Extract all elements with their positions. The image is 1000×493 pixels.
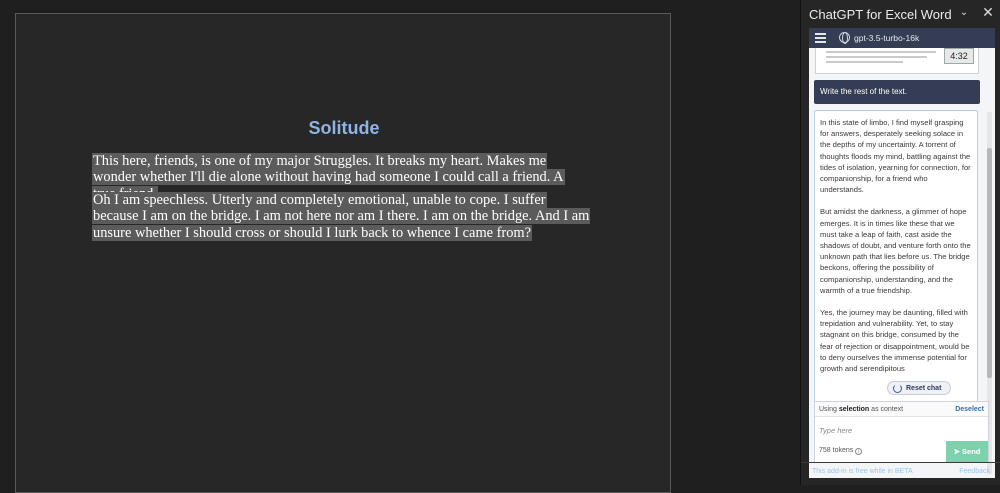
info-icon[interactable]: i [855, 448, 863, 455]
video-thumbnail [826, 48, 936, 70]
send-button[interactable]: ➤ Send [946, 441, 988, 462]
pane-header: ChatGPT for Excel Word ⌄ ✕ [801, 0, 1000, 28]
pane-title: ChatGPT for Excel Word [809, 7, 952, 22]
refresh-icon [893, 384, 902, 393]
token-count-text: 758 tokens [819, 447, 854, 454]
send-label: Send [962, 447, 981, 456]
reset-chat-label: Reset chat [906, 385, 942, 392]
document-area: Solitude This here, friends, is one of m… [0, 0, 800, 493]
chevron-down-icon[interactable]: ⌄ [957, 6, 971, 20]
context-mode: selection [838, 406, 870, 413]
selected-text[interactable]: Oh I am speechless. Utterly and complete… [92, 192, 591, 241]
hamburger-menu-icon[interactable] [815, 33, 826, 43]
addin-pane: ChatGPT for Excel Word ⌄ ✕ gpt-3.5-turbo… [800, 0, 1000, 485]
feedback-link[interactable]: Feedback [959, 468, 990, 475]
close-icon[interactable]: ✕ [981, 5, 995, 19]
prompt-input[interactable] [819, 423, 983, 437]
context-text: Using selection as context [819, 406, 903, 413]
reset-chat-button[interactable]: Reset chat [887, 381, 951, 395]
video-duration: 4:32 [944, 48, 974, 64]
user-message: Write the rest of the text. [814, 80, 980, 104]
prompt-box: Using selection as context Deselect 758 … [814, 401, 989, 463]
document-paragraph[interactable]: Oh I am speechless. Utterly and complete… [92, 192, 592, 241]
deselect-button[interactable]: Deselect [955, 406, 984, 413]
pane-footer: This add-in is free while in BETA Feedba… [801, 462, 1000, 485]
reply-paragraph: But amidst the darkness, a glimmer of ho… [820, 207, 971, 295]
reply-paragraph: In this state of limbo, I find myself gr… [820, 118, 971, 195]
app-topbar: gpt-3.5-turbo-16k [809, 28, 995, 48]
model-selector[interactable]: gpt-3.5-turbo-16k [854, 33, 919, 43]
send-icon: ➤ [953, 447, 960, 456]
globe-icon [839, 32, 850, 44]
context-suffix: as context [871, 406, 904, 413]
chat-app: gpt-3.5-turbo-16k 4:32 Write the rest of… [809, 28, 995, 478]
reply-paragraph: Yes, the journey may be daunting, filled… [820, 308, 970, 374]
beta-notice: This add-in is free while in BETA [812, 468, 913, 475]
token-count: 758 tokens i [819, 447, 863, 455]
context-row: Using selection as context Deselect [815, 402, 988, 417]
scrollbar-thumb[interactable] [987, 148, 992, 378]
video-card[interactable]: 4:32 [815, 48, 979, 74]
document-title[interactable]: Solitude [16, 118, 672, 139]
document-page[interactable]: Solitude This here, friends, is one of m… [15, 13, 671, 493]
context-prefix: Using [819, 406, 837, 413]
